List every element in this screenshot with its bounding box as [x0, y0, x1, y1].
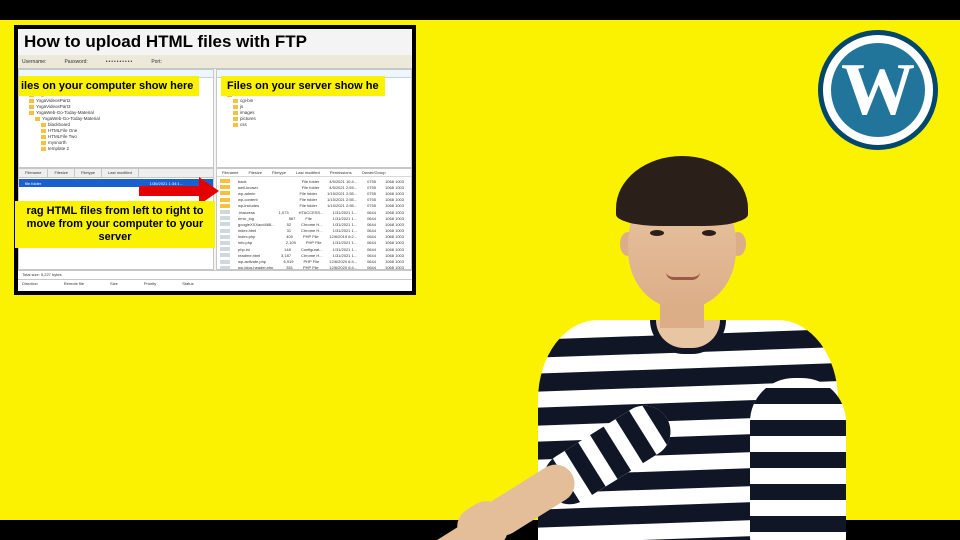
toolbar-port-label: Port:: [151, 59, 162, 65]
q-col: Size: [110, 281, 118, 290]
ftp-lower: Filename Filesize Filetype Last modified…: [18, 168, 412, 270]
file-row[interactable]: googleXXXacd468...52Chrome H...1/31/2021…: [219, 221, 409, 227]
folder-icon: [41, 141, 46, 145]
tree-item[interactable]: template 2: [29, 146, 207, 152]
panel-title: How to upload HTML files with FTP: [18, 29, 412, 55]
local-pane-label: iles on your computer show here: [18, 76, 199, 96]
file-row[interactable]: wp-includesFile folder1/15/2021 2:55...0…: [219, 203, 409, 209]
file-row[interactable]: error_log567File1/31/2021 1...06441068 1…: [219, 215, 409, 221]
col: Filesize: [243, 169, 267, 176]
folder-icon: [220, 204, 230, 208]
ftp-screenshot-panel: How to upload HTML files with FTP Userna…: [14, 25, 416, 295]
file-icon: [220, 210, 230, 214]
file-icon: [220, 241, 230, 245]
remote-columns: Filename Filesize Filetype Last modified…: [217, 169, 411, 177]
file-icon: [220, 216, 230, 220]
wordpress-logo-letter: W: [831, 43, 925, 137]
file-row[interactable]: info.php2,109PHP File1/31/2021 1...06441…: [219, 240, 409, 246]
letterbox-top: [0, 0, 960, 20]
folder-icon: [220, 198, 230, 202]
q-col: Priority: [144, 281, 156, 290]
local-columns: Filename Filesize Filetype Last modified: [19, 169, 213, 178]
file-icon: [220, 247, 230, 251]
col: Last modified: [291, 169, 325, 176]
folder-icon: [233, 99, 238, 103]
red-arrow: [139, 181, 219, 201]
folder-icon: [41, 135, 46, 139]
file-icon: [220, 266, 230, 270]
file-row[interactable]: wp-blog-header.php351PHP File12/6/2020 6…: [219, 265, 409, 270]
folder-icon: [233, 117, 238, 121]
remote-rows: backFile folder4/5/2021 10:4...07551068 …: [217, 177, 411, 270]
ftp-toolbar: Username: Password: •••••••••• Port:: [18, 55, 412, 69]
status-bar-1: Total size: 5,227 bytes: [18, 270, 412, 279]
tree-item[interactable]: css: [227, 122, 405, 128]
toolbar-password-label: Password:: [64, 59, 87, 65]
folder-icon: [29, 111, 34, 115]
file-icon: [220, 260, 230, 264]
folder-icon: [41, 147, 46, 151]
col: Filename: [217, 169, 243, 176]
local-file-list: Filename Filesize Filetype Last modified…: [18, 168, 214, 270]
person-right-arm: [750, 378, 846, 540]
folder-icon: [41, 123, 46, 127]
file-row[interactable]: wp-activate.php6,919PHP File12/6/2020 6:…: [219, 258, 409, 264]
folder-icon: [233, 123, 238, 127]
folder-icon: [233, 105, 238, 109]
folder-icon: [29, 99, 34, 103]
file-row[interactable]: wp-adminFile folder1/15/2021 2:55...0755…: [219, 190, 409, 196]
file-row[interactable]: backFile folder4/5/2021 10:4...07551068 …: [219, 178, 409, 184]
file-row[interactable]: .htaccess1,073HTACCESS...1/31/2021 1...0…: [219, 209, 409, 215]
q-col: Direction: [22, 281, 38, 290]
col: Permissions: [325, 169, 357, 176]
q-col: Remote file: [64, 281, 84, 290]
remote-pane-label: Files on your server show he: [221, 76, 385, 96]
ftp-panes: iles on your computer show here YogaVide…: [18, 69, 412, 168]
file-row[interactable]: wp-contentFile folder1/15/2021 2:55...07…: [219, 197, 409, 203]
file-row[interactable]: index.html31Chrome H...1/31/2021 1...064…: [219, 228, 409, 234]
sel-name: file.folder: [25, 181, 41, 186]
folder-icon: [233, 111, 238, 115]
folder-icon: [220, 185, 230, 189]
file-icon: [220, 229, 230, 233]
local-pane: iles on your computer show here YogaVide…: [18, 69, 214, 168]
toolbar-password-mask: ••••••••••: [106, 59, 134, 65]
status-bar-2: Direction Remote file Size Priority Stat…: [18, 279, 412, 291]
person-illustration: [418, 120, 838, 540]
col: Filesize: [48, 169, 75, 177]
file-icon: [220, 222, 230, 226]
remote-file-list: Filename Filesize Filetype Last modified…: [216, 168, 412, 270]
file-row[interactable]: well-knownFile folder4/5/2021 2:55...075…: [219, 184, 409, 190]
file-icon: [220, 235, 230, 239]
col: Owner/Group: [357, 169, 391, 176]
folder-icon: [220, 179, 230, 183]
remote-pane: Files on your server show he /cgi-binjsi…: [216, 69, 412, 168]
col: Filename: [19, 169, 48, 177]
file-row[interactable]: php.ini148Configurat...1/31/2021 1...064…: [219, 246, 409, 252]
col: Filetype: [267, 169, 291, 176]
file-icon: [220, 253, 230, 257]
toolbar-username-label: Username:: [22, 59, 46, 65]
folder-icon: [220, 191, 230, 195]
folder-icon: [35, 117, 40, 121]
file-row[interactable]: index.php400PHP File12/6/2019 6:2...0644…: [219, 234, 409, 240]
file-row[interactable]: readme.html3,187Chrome H...1/31/2021 1..…: [219, 252, 409, 258]
pointing-finger: [430, 523, 471, 540]
col: Filetype: [75, 169, 102, 177]
q-col: Status: [182, 281, 193, 290]
folder-icon: [41, 129, 46, 133]
col: Last modified: [102, 169, 139, 177]
folder-icon: [29, 105, 34, 109]
drag-instruction: rag HTML files from left to right to mov…: [15, 201, 215, 248]
